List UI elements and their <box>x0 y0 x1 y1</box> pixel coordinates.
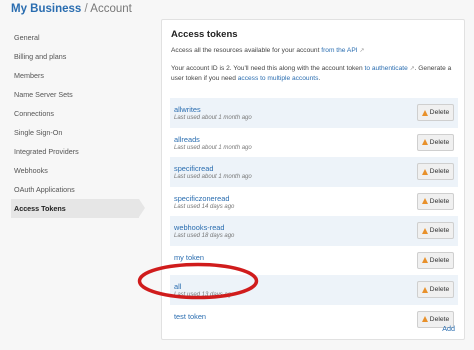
delete-token-button[interactable]: Delete <box>417 163 454 180</box>
warning-icon <box>421 198 428 204</box>
delete-label: Delete <box>429 197 450 205</box>
warning-icon <box>421 109 428 116</box>
delete-label: Delete <box>429 315 450 323</box>
warning-icon <box>421 257 428 263</box>
token-name-link[interactable]: my token <box>174 253 204 262</box>
delete-label: Delete <box>429 138 450 146</box>
annotation-circle <box>137 262 259 300</box>
token-last-used: Last used about 1 month ago <box>174 174 252 180</box>
delete-token-button[interactable]: Delete <box>417 133 454 151</box>
sidebar-item-name-server-sets[interactable]: Name Server Sets <box>11 85 139 104</box>
token-last-used: Last used 18 days ago <box>174 233 235 239</box>
sidebar-item-general[interactable]: General <box>11 28 139 47</box>
token-name-link[interactable]: allwrites <box>174 105 201 114</box>
token-last-used: Last used about 1 month ago <box>174 144 252 151</box>
sidebar-item-billing[interactable]: Billing and plans <box>11 47 139 66</box>
delete-token-button[interactable]: Delete <box>417 281 454 298</box>
delete-label: Delete <box>429 227 450 234</box>
token-row: specificzoneread Last used 14 days ago D… <box>170 187 458 217</box>
token-name-link[interactable]: webhooks-read <box>174 223 225 232</box>
breadcrumb-separator: / <box>84 3 88 15</box>
api-description: Access all the resources available for y… <box>171 46 455 57</box>
api-description-text: Access all the resources available for y… <box>171 47 320 54</box>
token-name-link[interactable]: allreads <box>174 135 200 144</box>
sidebar: General Billing and plans Members Name S… <box>11 28 145 218</box>
panel-title: Access tokens <box>171 29 238 40</box>
delete-token-button[interactable]: Delete <box>417 104 454 121</box>
token-row: webhooks-read Last used 18 days ago Dele… <box>170 216 458 246</box>
breadcrumb-business-link[interactable]: My Business <box>11 3 81 15</box>
account-id-description: Your account ID is 2. You'll need this a… <box>171 64 455 84</box>
sentence-end: . <box>318 75 321 82</box>
api-link[interactable]: from the API <box>321 47 357 54</box>
sidebar-item-webhooks[interactable]: Webhooks <box>11 161 139 180</box>
delete-label: Delete <box>429 168 450 175</box>
sidebar-item-access-tokens[interactable]: Access Tokens <box>11 199 145 218</box>
warning-icon <box>421 316 428 322</box>
token-name-link[interactable]: test token <box>174 312 206 321</box>
warning-icon <box>421 139 428 145</box>
authenticate-link[interactable]: to authenticate <box>364 65 407 72</box>
warning-icon <box>421 286 428 293</box>
sidebar-item-sso[interactable]: Single Sign-On <box>11 123 139 142</box>
delete-token-button[interactable]: Delete <box>417 192 454 210</box>
multiple-accounts-link[interactable]: access to multiple accounts <box>238 75 319 82</box>
token-name-link[interactable]: specificzoneread <box>174 194 229 203</box>
token-row: test token Delete <box>170 305 458 335</box>
add-token-link[interactable]: Add <box>442 324 455 333</box>
breadcrumb: My Business / Account <box>11 3 132 15</box>
token-row: specificread Last used about 1 month ago… <box>170 157 458 187</box>
delete-label: Delete <box>429 256 450 264</box>
sidebar-item-oauth[interactable]: OAuth Applications <box>11 180 139 199</box>
warning-icon <box>421 168 428 175</box>
token-row: allreads Last used about 1 month ago Del… <box>170 128 458 158</box>
token-last-used: Last used about 1 month ago <box>174 115 252 121</box>
token-row: allwrites Last used about 1 month ago De… <box>170 98 458 128</box>
sidebar-item-integrated-providers[interactable]: Integrated Providers <box>11 142 139 161</box>
delete-token-button[interactable]: Delete <box>417 251 454 269</box>
warning-icon <box>421 227 428 234</box>
token-last-used: Last used 14 days ago <box>174 203 235 210</box>
delete-token-button[interactable]: Delete <box>417 222 454 239</box>
external-link-icon: ↗ <box>359 48 365 54</box>
token-name-link[interactable]: specificread <box>174 164 213 173</box>
sidebar-item-members[interactable]: Members <box>11 66 139 85</box>
breadcrumb-current: Account <box>90 3 132 15</box>
account-id-text: Your account ID is 2. You'll need this a… <box>171 64 363 72</box>
sidebar-item-connections[interactable]: Connections <box>11 104 139 123</box>
delete-label: Delete <box>429 109 450 116</box>
delete-label: Delete <box>429 286 450 293</box>
